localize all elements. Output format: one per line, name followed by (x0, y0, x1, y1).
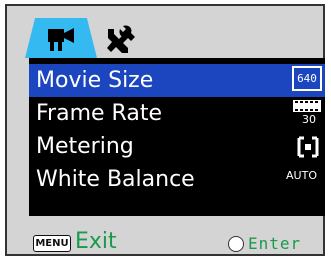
footer-hints: MENU Exit Enter (29, 229, 325, 258)
tab-bar (25, 18, 145, 58)
menu-item-movie-size[interactable]: Movie Size 640 (29, 64, 325, 97)
menu-item-metering[interactable]: Metering (29, 130, 325, 163)
menu-item-label: Movie Size (36, 68, 154, 93)
ok-button-icon (228, 236, 244, 252)
white-balance-value: AUTO (286, 169, 317, 182)
menu-item-label: White Balance (36, 167, 195, 192)
video-camera-icon (48, 28, 74, 51)
menu-item-frame-rate[interactable]: Frame Rate 30 (29, 97, 325, 130)
tools-icon (107, 25, 135, 53)
film-strip-icon (293, 100, 321, 112)
tab-settings[interactable] (99, 18, 143, 58)
center-metering-icon (297, 136, 319, 158)
menu-item-label: Metering (36, 134, 134, 159)
settings-menu: Movie Size 640 Frame Rate 30 Metering Wh… (29, 58, 325, 216)
exit-button[interactable]: Exit (75, 229, 117, 255)
menu-key-icon: MENU (33, 235, 71, 252)
movie-size-value-text: 640 (297, 72, 317, 85)
movie-size-value: 640 (292, 66, 322, 91)
tab-movie[interactable] (25, 18, 97, 58)
menu-item-white-balance[interactable]: White Balance AUTO (29, 163, 325, 196)
frame-rate-value: 30 (302, 113, 316, 126)
camera-menu-screen: Movie Size 640 Frame Rate 30 Metering Wh… (5, 4, 325, 256)
enter-button[interactable]: Enter (248, 234, 301, 254)
menu-item-label: Frame Rate (36, 101, 162, 126)
